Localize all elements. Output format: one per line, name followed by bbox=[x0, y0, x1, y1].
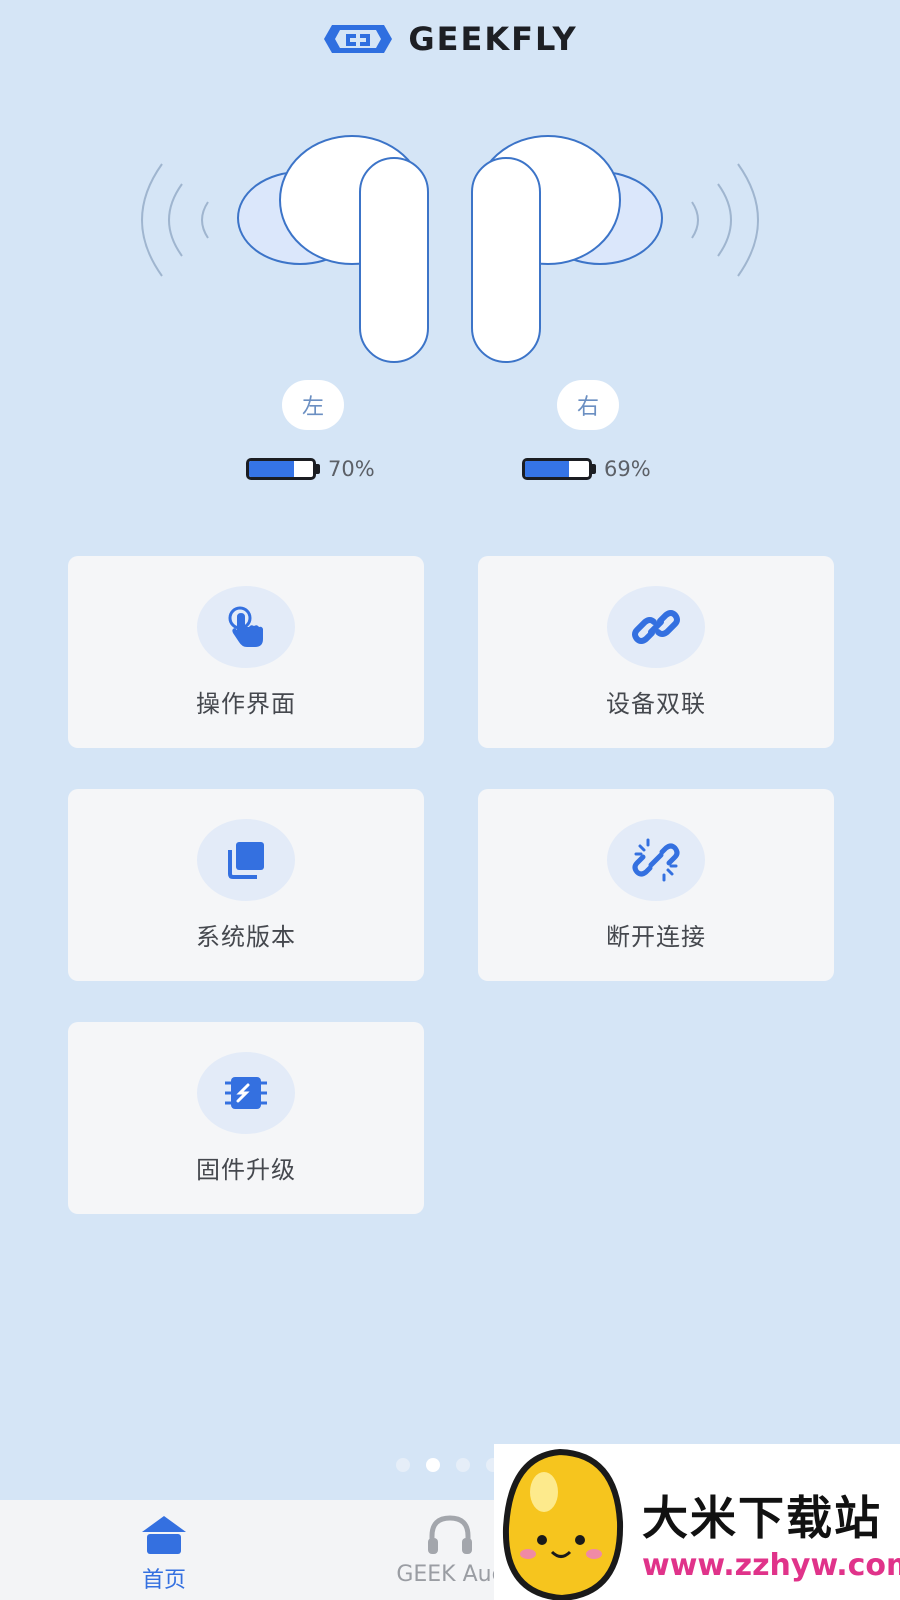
battery-icon bbox=[522, 458, 592, 480]
touch-hand-icon bbox=[197, 586, 295, 668]
page-dot[interactable] bbox=[396, 1458, 410, 1472]
page-indicator bbox=[396, 1458, 500, 1472]
left-earbud-label: 左 bbox=[282, 380, 344, 430]
headphones-icon bbox=[428, 1515, 472, 1554]
card-label: 系统版本 bbox=[196, 923, 296, 951]
app-header: GEEKFLY bbox=[0, 14, 900, 64]
tab-geek-audio-label: GEEK Auc bbox=[396, 1562, 504, 1587]
page-dot-active[interactable] bbox=[426, 1458, 440, 1472]
page-dot[interactable] bbox=[456, 1458, 470, 1472]
mascot-logo-icon bbox=[502, 1448, 624, 1600]
brand-name: GEEKFLY bbox=[408, 20, 578, 58]
site-watermark: 大米下载站 www.zzhyw.com bbox=[494, 1444, 900, 1600]
card-label: 断开连接 bbox=[606, 923, 706, 951]
watermark-title: 大米下载站 bbox=[642, 1491, 882, 1545]
card-label: 操作界面 bbox=[196, 690, 296, 718]
right-battery-percent: 69% bbox=[604, 457, 651, 481]
battery-icon bbox=[246, 458, 316, 480]
card-system-version[interactable]: 系统版本 bbox=[68, 789, 424, 981]
card-label: 固件升级 bbox=[196, 1156, 296, 1184]
left-battery: 70% bbox=[246, 456, 375, 482]
home-icon bbox=[142, 1516, 186, 1554]
left-battery-percent: 70% bbox=[328, 457, 375, 481]
card-label: 设备双联 bbox=[606, 690, 706, 718]
card-dual-connection[interactable]: 设备双联 bbox=[478, 556, 834, 748]
layers-icon bbox=[197, 819, 295, 901]
battery-fill bbox=[525, 461, 570, 477]
right-battery: 69% bbox=[522, 456, 651, 482]
link-icon bbox=[607, 586, 705, 668]
card-operation-interface[interactable]: 操作界面 bbox=[68, 556, 424, 748]
right-earbud-label: 右 bbox=[557, 380, 619, 430]
chip-icon bbox=[197, 1052, 295, 1134]
battery-fill bbox=[249, 461, 294, 477]
unlink-icon bbox=[607, 819, 705, 901]
geekfly-logo-icon bbox=[324, 25, 393, 53]
card-firmware-upgrade[interactable]: 固件升级 bbox=[68, 1022, 424, 1214]
tab-home[interactable]: 首页 bbox=[120, 1500, 208, 1600]
card-disconnect[interactable]: 断开连接 bbox=[478, 789, 834, 981]
watermark-url: www.zzhyw.com bbox=[642, 1548, 900, 1583]
earbuds-illustration bbox=[141, 135, 759, 363]
tab-home-label: 首页 bbox=[141, 1568, 186, 1593]
